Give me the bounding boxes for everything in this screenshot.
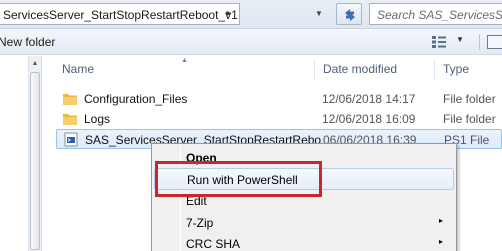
address-dropdown-icon[interactable]: ▼ bbox=[312, 4, 326, 24]
column-divider[interactable] bbox=[434, 59, 435, 81]
address-path[interactable]: ServicesServer_StartStopRestartReboot_v1 bbox=[3, 8, 238, 22]
file-row[interactable]: Logs 12/06/2018 16:09 File folder bbox=[56, 109, 502, 129]
column-type[interactable]: Type bbox=[443, 56, 469, 83]
change-view-icon[interactable] bbox=[431, 35, 447, 49]
file-date: 12/06/2018 14:17 bbox=[322, 92, 416, 106]
menu-item-crc-sha[interactable]: CRC SHA ▸ bbox=[154, 233, 454, 251]
annotation-highlight-box bbox=[155, 161, 322, 197]
address-bar[interactable]: ServicesServer_StartStopRestartReboot_v1… bbox=[0, 3, 240, 25]
nav-scrollbar[interactable]: ▲ bbox=[28, 56, 41, 251]
preview-pane-icon[interactable] bbox=[487, 35, 502, 49]
file-type: File folder bbox=[443, 112, 496, 126]
toolbar-divider bbox=[479, 34, 480, 50]
refresh-icon bbox=[345, 9, 355, 21]
scroll-up-icon[interactable]: ▲ bbox=[29, 58, 41, 70]
file-name: Configuration_Files bbox=[84, 92, 188, 106]
sort-indicator-icon: ▲ bbox=[181, 57, 188, 64]
breadcrumb-chevron-icon[interactable]: ▸ bbox=[221, 7, 237, 21]
menu-item-label: 7-Zip bbox=[186, 216, 214, 230]
submenu-arrow-icon: ▸ bbox=[439, 237, 444, 246]
view-dropdown-icon[interactable]: ▼ bbox=[456, 35, 464, 44]
column-divider[interactable] bbox=[314, 59, 315, 81]
submenu-arrow-icon: ▸ bbox=[439, 216, 444, 225]
ps1-file-icon bbox=[64, 132, 78, 147]
column-date-modified[interactable]: Date modified bbox=[323, 56, 397, 83]
address-row: ServicesServer_StartStopRestartReboot_v1… bbox=[0, 0, 502, 29]
folder-icon bbox=[63, 94, 77, 105]
command-toolbar: New folder ▼ bbox=[0, 29, 502, 55]
search-placeholder: Search SAS_ServicesServ bbox=[377, 8, 502, 22]
folder-icon bbox=[63, 114, 77, 125]
refresh-button[interactable] bbox=[336, 3, 362, 25]
scrollbar-thumb[interactable] bbox=[30, 72, 40, 250]
file-row[interactable]: Configuration_Files 12/06/2018 14:17 Fil… bbox=[56, 89, 502, 109]
column-name[interactable]: Name bbox=[62, 56, 94, 83]
menu-item-7zip[interactable]: 7-Zip ▸ bbox=[154, 212, 454, 234]
column-header-row: Name ▲ Date modified Type bbox=[43, 56, 502, 83]
file-type: File folder bbox=[443, 92, 496, 106]
menu-item-label: CRC SHA bbox=[186, 237, 241, 251]
file-date: 12/06/2018 16:09 bbox=[322, 112, 416, 126]
context-menu: Open Run with PowerShell Edit 7-Zip ▸ CR… bbox=[151, 143, 457, 251]
search-input[interactable]: Search SAS_ServicesServ bbox=[369, 3, 502, 25]
new-folder-button[interactable]: New folder bbox=[0, 35, 55, 49]
file-name: Logs bbox=[84, 112, 111, 126]
